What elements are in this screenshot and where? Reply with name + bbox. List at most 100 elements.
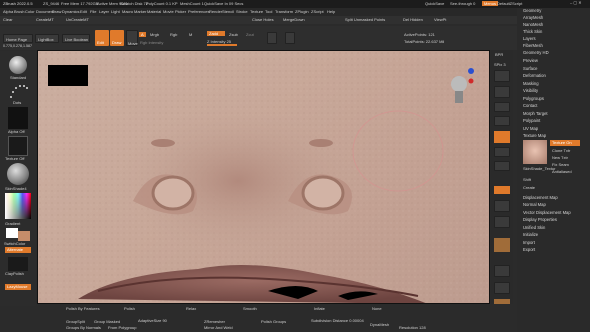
displacement-map-section[interactable]: Displacement Map (523, 195, 558, 200)
relax-slider[interactable]: Relax (186, 306, 196, 311)
new-txtr-button[interactable]: New Txtr (552, 155, 568, 160)
menu-light[interactable]: Light (111, 9, 120, 14)
texture-off-icon[interactable] (8, 136, 28, 156)
menu-stencil[interactable]: Stencil (222, 9, 234, 14)
zsub-button[interactable]: Zsub (229, 32, 238, 37)
alternate-button[interactable]: Alternate (5, 247, 31, 253)
menu-file[interactable]: File (90, 9, 96, 14)
antialiased-button[interactable]: Antialiased (552, 169, 572, 174)
mrgb-button[interactable]: Mrgb (150, 32, 159, 37)
polygroups-section[interactable]: Polygroups (523, 96, 544, 101)
menu-dynamics[interactable]: Dynamics (62, 9, 80, 14)
polypaint-section[interactable]: Polypaint (523, 118, 540, 123)
scroll-icon[interactable] (494, 70, 510, 82)
standard-brush-icon[interactable] (9, 56, 27, 74)
window-controls-icon[interactable]: – ▢ ✕ (570, 0, 582, 5)
floor-icon[interactable] (494, 147, 510, 157)
polish-slider[interactable]: Polish (124, 306, 135, 311)
adaptive-size-slider[interactable]: AdaptiveSize 90 (138, 318, 167, 323)
menu-preferences[interactable]: Preferences (188, 9, 210, 14)
color-picker[interactable] (5, 193, 31, 219)
fibermesh-section[interactable]: FiberMesh (523, 43, 543, 48)
geometry-section[interactable]: Geometry (523, 8, 541, 13)
rgb-button[interactable]: Rgb (170, 32, 177, 37)
menu-material[interactable]: Material (147, 9, 161, 14)
subdiv-distance-slider[interactable]: Subdivision Distance 0.00004 (311, 318, 364, 323)
claypolish-icon[interactable] (8, 257, 28, 271)
split-unmasked-button[interactable]: Split Unmasked Points (345, 17, 385, 22)
groupsplit-button[interactable]: GroupSplit (66, 319, 85, 324)
menu-brush[interactable]: Brush (14, 9, 24, 14)
mirror-weld-button[interactable]: Mirror And Weld (204, 325, 233, 330)
a-button[interactable]: A (139, 32, 146, 37)
import-section[interactable]: Import (523, 240, 535, 245)
rgb-intensity-slider[interactable]: Rgb Intensity (140, 40, 163, 45)
polish-features-slider[interactable]: Polish By Features (66, 306, 100, 311)
actual-icon[interactable] (494, 102, 510, 112)
normal-map-section[interactable]: Normal Map (523, 202, 546, 207)
uncreate-mt-button[interactable]: UnCreateMT (66, 17, 89, 22)
texture-thumbnail[interactable] (523, 140, 547, 164)
unified-skin-section[interactable]: Unified Skin (523, 225, 545, 230)
zoom-icon[interactable] (494, 86, 510, 98)
deformation-section[interactable]: Deformation (523, 73, 546, 78)
see-through-slider[interactable]: See-through 0 (450, 1, 475, 6)
menus-button[interactable]: Menus (482, 1, 499, 6)
visibility-section[interactable]: Visibility (523, 88, 538, 93)
menu-alpha[interactable]: Alpha (3, 9, 13, 14)
move-3d-icon[interactable] (494, 216, 510, 228)
move-button[interactable]: Move (126, 30, 138, 46)
arraymesh-section[interactable]: ArrayMesh (523, 15, 543, 20)
create-mt-button[interactable]: CreateMT (36, 17, 54, 22)
edit-button[interactable]: Edit (95, 30, 109, 46)
menu-transform[interactable]: Transform (275, 9, 293, 14)
close-holes-button[interactable]: Close Holes (252, 17, 274, 22)
main-color-swatch[interactable] (6, 228, 18, 238)
menu-tool[interactable]: Tool (265, 9, 272, 14)
alpha-off-icon[interactable] (8, 107, 28, 129)
vector-displacement-section[interactable]: Vector Displacement Map (523, 210, 571, 215)
lazymouse-button[interactable]: LazyMouse (5, 284, 31, 290)
resolution-slider[interactable]: Resolution 128 (399, 325, 426, 330)
solo-icon[interactable] (494, 282, 510, 294)
menu-layer[interactable]: Layer (99, 9, 109, 14)
texture-map-section[interactable]: Texture Map (523, 133, 546, 138)
thickskin-section[interactable]: Thick Skin (523, 29, 542, 34)
preview-section[interactable]: Preview (523, 58, 538, 63)
menu-texture[interactable]: Texture (250, 9, 263, 14)
surface-section[interactable]: Surface (523, 66, 537, 71)
clear-button[interactable]: Clear (3, 17, 13, 22)
zremesher-button[interactable]: ZRemesher (204, 319, 225, 324)
polish-groups-button[interactable]: Polish Groups (261, 319, 286, 324)
export-section[interactable]: Export (523, 247, 535, 252)
menu-render[interactable]: Render (209, 9, 222, 14)
dynamesh-button[interactable]: DynaMesh (370, 322, 389, 327)
menu-draw[interactable]: Draw (52, 9, 61, 14)
display-properties-section[interactable]: Display Properties (523, 217, 557, 222)
merge-down-button[interactable]: MergeDown (283, 17, 305, 22)
none-button[interactable]: None (372, 306, 382, 311)
texture-on-button[interactable]: Texture On (550, 140, 580, 146)
document-canvas[interactable] (37, 50, 490, 304)
zadd-button[interactable]: Zadd (207, 31, 225, 36)
persp-icon[interactable] (494, 131, 510, 143)
frame-icon[interactable] (494, 200, 510, 212)
brush-picker-icon[interactable] (285, 32, 295, 44)
menu-zscript[interactable]: ZScript (311, 9, 324, 14)
morph-target-section[interactable]: Morph Target (523, 111, 548, 116)
switchcolor-label[interactable]: SwitchColor (4, 241, 25, 246)
contact-section[interactable]: Contact (523, 103, 537, 108)
draw-button[interactable]: Draw (110, 30, 124, 46)
lightbox-button[interactable]: LightBox (35, 34, 59, 43)
live-boolean-button[interactable]: Live Boolean (62, 34, 90, 43)
uv-map-section[interactable]: UV Map (523, 126, 538, 131)
dots-stroke-icon[interactable] (8, 82, 28, 100)
masking-section[interactable]: Masking (523, 81, 539, 86)
initialize-section[interactable]: Initialize (523, 232, 538, 237)
menu-help[interactable]: Help (327, 9, 335, 14)
spix-button[interactable]: SPix 3 (494, 62, 506, 67)
transp-icon[interactable] (494, 265, 510, 277)
home-page-button[interactable]: Home Page (3, 34, 33, 43)
viewpt-button[interactable]: ViewPt (434, 17, 446, 22)
local-icon[interactable] (494, 161, 510, 171)
